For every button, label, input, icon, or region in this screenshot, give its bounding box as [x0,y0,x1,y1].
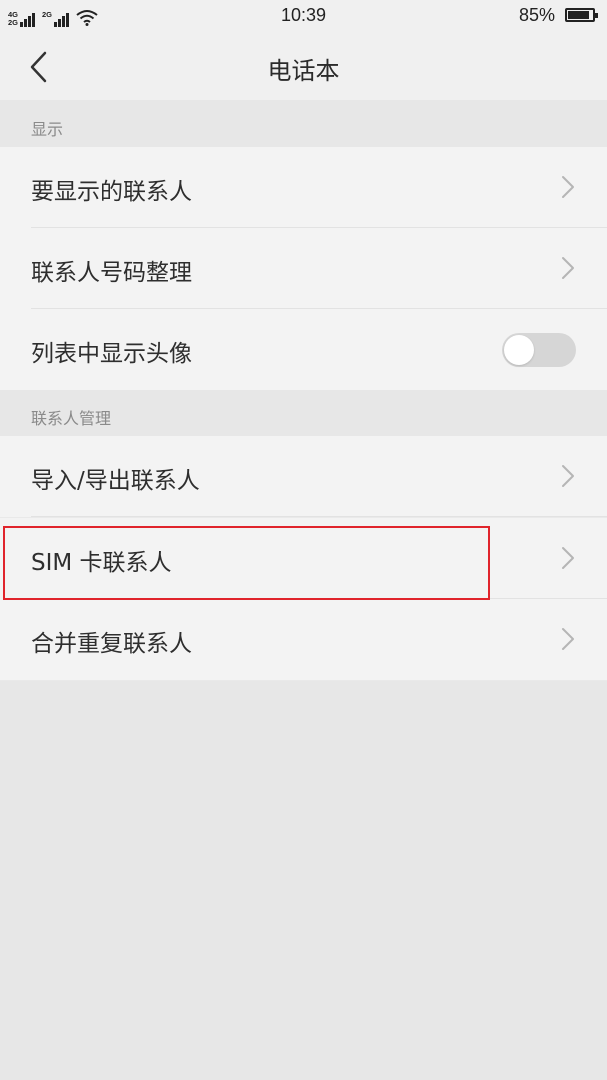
chevron-right-icon [562,547,574,569]
chevron-right-icon [562,628,574,650]
settings-row-visible-contacts[interactable]: 要显示的联系人 [0,147,607,228]
settings-row-sim-contacts[interactable]: SIM 卡联系人 [0,518,607,599]
row-label: 导入/导出联系人 [31,468,200,494]
chevron-right-icon [562,176,574,198]
battery-icon [565,8,598,22]
settings-row-import-export[interactable]: 导入/导出联系人 [0,436,607,517]
page-title: 电话本 [267,57,340,85]
empty-background [0,681,607,1080]
section-label-display: 显示 [0,100,607,147]
settings-row-merge-duplicates[interactable]: 合并重复联系人 [0,599,607,680]
divider [31,516,607,517]
row-label: SIM 卡联系人 [31,550,172,576]
status-bar: 4G 2G 2G 10:39 85% [0,0,607,34]
row-label: 要显示的联系人 [31,179,192,205]
row-label: 联系人号码整理 [31,260,192,286]
section-label-manage: 联系人管理 [0,390,607,436]
chevron-right-icon [562,257,574,279]
show-avatar-toggle[interactable] [502,333,576,367]
settings-row-show-avatar: 列表中显示头像 [0,309,607,390]
row-label: 列表中显示头像 [31,341,192,367]
app-header: 电话本 [0,34,607,100]
toggle-knob [504,335,534,365]
row-label: 合并重复联系人 [31,631,192,657]
battery-percentage: 85% [518,5,555,25]
chevron-right-icon [562,465,574,487]
status-time: 10:39 [280,5,327,25]
settings-row-organize-numbers[interactable]: 联系人号码整理 [0,228,607,309]
